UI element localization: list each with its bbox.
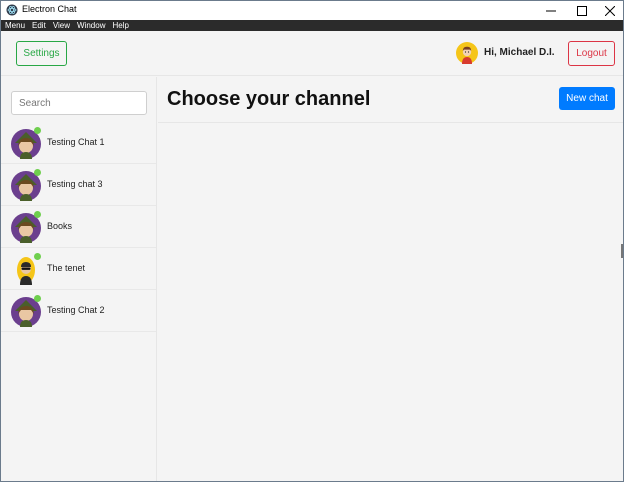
channel-item[interactable]: Testing Chat 2 (1, 290, 156, 332)
maximize-button[interactable] (567, 1, 597, 20)
channel-name: Testing Chat 1 (47, 137, 105, 147)
channel-item[interactable]: Books (1, 206, 156, 248)
online-indicator (34, 253, 41, 260)
channel-name: Testing chat 3 (47, 179, 103, 189)
menu-item-edit[interactable]: Edit (32, 20, 46, 31)
settings-button[interactable]: Settings (16, 41, 67, 66)
channel-item[interactable]: Testing chat 3 (1, 164, 156, 206)
menu-bar: Menu Edit View Window Help (1, 20, 623, 31)
electron-icon (6, 4, 18, 16)
maximize-icon (577, 5, 587, 16)
channel-name: The tenet (47, 263, 86, 273)
online-indicator (34, 127, 41, 134)
channel-name: Books (47, 221, 73, 231)
online-indicator (34, 169, 41, 176)
minimize-button[interactable] (536, 1, 566, 20)
close-icon (605, 5, 615, 16)
channel-sidebar: Testing Chat 1 Testing chat 3 Book (1, 77, 157, 481)
user-greeting: Hi, Michael D.I. (484, 47, 555, 58)
channel-item[interactable]: The tenet (1, 248, 156, 290)
title-bar: Electron Chat (1, 1, 623, 20)
search-input[interactable] (11, 91, 147, 115)
menu-item-help[interactable]: Help (112, 20, 128, 31)
app-header: Settings Hi, Michael D.I. Logout (1, 31, 623, 76)
menu-item-window[interactable]: Window (77, 20, 105, 31)
close-button[interactable] (595, 1, 623, 20)
channel-name: Testing Chat 2 (47, 305, 105, 315)
online-indicator (34, 295, 41, 302)
scrollbar-thumb[interactable] (621, 244, 623, 258)
page-title: Choose your channel (167, 88, 371, 110)
online-indicator (34, 211, 41, 218)
header-divider (158, 122, 623, 123)
channel-item[interactable]: Testing Chat 1 (1, 122, 156, 164)
new-chat-button[interactable]: New chat (559, 87, 615, 110)
menu-item-menu[interactable]: Menu (5, 20, 25, 31)
menu-item-view[interactable]: View (53, 20, 70, 31)
user-avatar (456, 42, 478, 64)
minimize-icon (546, 10, 556, 11)
window-title: Electron Chat (22, 4, 77, 14)
app-window: Electron Chat Menu Edit View Window Help… (0, 0, 624, 482)
logout-button[interactable]: Logout (568, 41, 615, 66)
